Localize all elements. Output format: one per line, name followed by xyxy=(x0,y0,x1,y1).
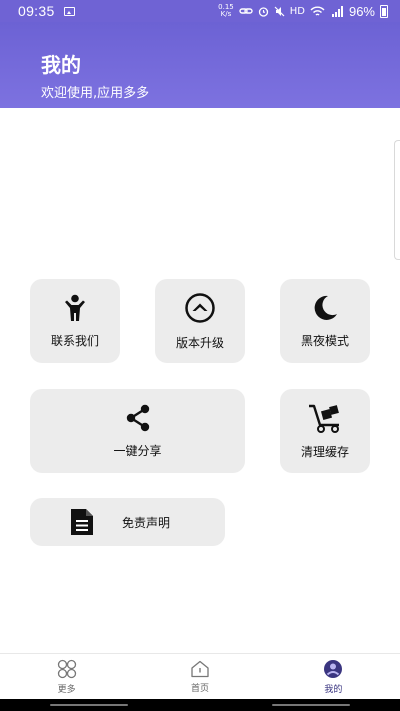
page-subtitle: 欢迎使用,应用多多 xyxy=(41,86,150,101)
disclaimer-button[interactable]: 免责声明 xyxy=(30,498,225,546)
gallery-notification-icon xyxy=(63,6,75,16)
share-button[interactable]: 一键分享 xyxy=(30,389,245,473)
status-time: 09:35 xyxy=(18,3,55,19)
mute-icon xyxy=(274,6,285,16)
night-mode-label: 黑夜模式 xyxy=(300,333,349,348)
side-drawer-handle[interactable] xyxy=(394,140,400,260)
signal-icon xyxy=(331,5,343,17)
battery-icon xyxy=(380,4,388,18)
system-navigation-bar xyxy=(0,699,400,711)
document-icon xyxy=(71,509,93,535)
version-upgrade-label: 版本升级 xyxy=(175,335,224,350)
alarm-icon xyxy=(258,6,268,17)
grid-icon xyxy=(57,659,76,678)
nav-more-label: 更多 xyxy=(57,684,76,695)
battery-percent: 96% xyxy=(348,3,375,19)
person-icon xyxy=(65,294,85,321)
link-icon xyxy=(239,8,253,14)
home-icon xyxy=(191,660,209,677)
share-icon xyxy=(126,404,149,431)
nav-home[interactable]: 首页 xyxy=(133,654,266,699)
nav-home-label: 首页 xyxy=(190,683,209,694)
network-speed-unit: K/s xyxy=(220,10,232,18)
nav-mine-label: 我的 xyxy=(324,684,343,695)
wifi-icon xyxy=(310,6,325,16)
hand-truck-icon xyxy=(309,404,339,433)
nav-mine[interactable]: 我的 xyxy=(267,654,400,699)
version-upgrade-button[interactable]: 版本升级 xyxy=(155,279,245,363)
profile-header: 我的 欢迎使用,应用多多 xyxy=(0,22,400,108)
nav-more[interactable]: 更多 xyxy=(0,654,133,699)
page-title: 我的 xyxy=(41,53,81,77)
hd-label: HD xyxy=(289,5,305,17)
bottom-nav: 更多 首页 我的 xyxy=(0,653,400,699)
disclaimer-label: 免责声明 xyxy=(122,515,171,530)
share-label: 一键分享 xyxy=(113,443,162,458)
clear-cache-label: 清理缓存 xyxy=(300,444,349,459)
user-icon xyxy=(324,659,343,678)
status-bar: 09:35 0.15 K/s HD 96% xyxy=(0,0,400,22)
chevron-up-circle-icon xyxy=(185,292,215,323)
contact-us-button[interactable]: 联系我们 xyxy=(30,279,120,363)
status-right-group: 0.15 K/s HD 96% xyxy=(218,4,388,19)
moon-icon xyxy=(314,295,337,320)
clear-cache-button[interactable]: 清理缓存 xyxy=(280,389,370,473)
network-speed: 0.15 K/s xyxy=(218,4,234,18)
contact-us-label: 联系我们 xyxy=(50,333,99,348)
night-mode-button[interactable]: 黑夜模式 xyxy=(280,279,370,363)
